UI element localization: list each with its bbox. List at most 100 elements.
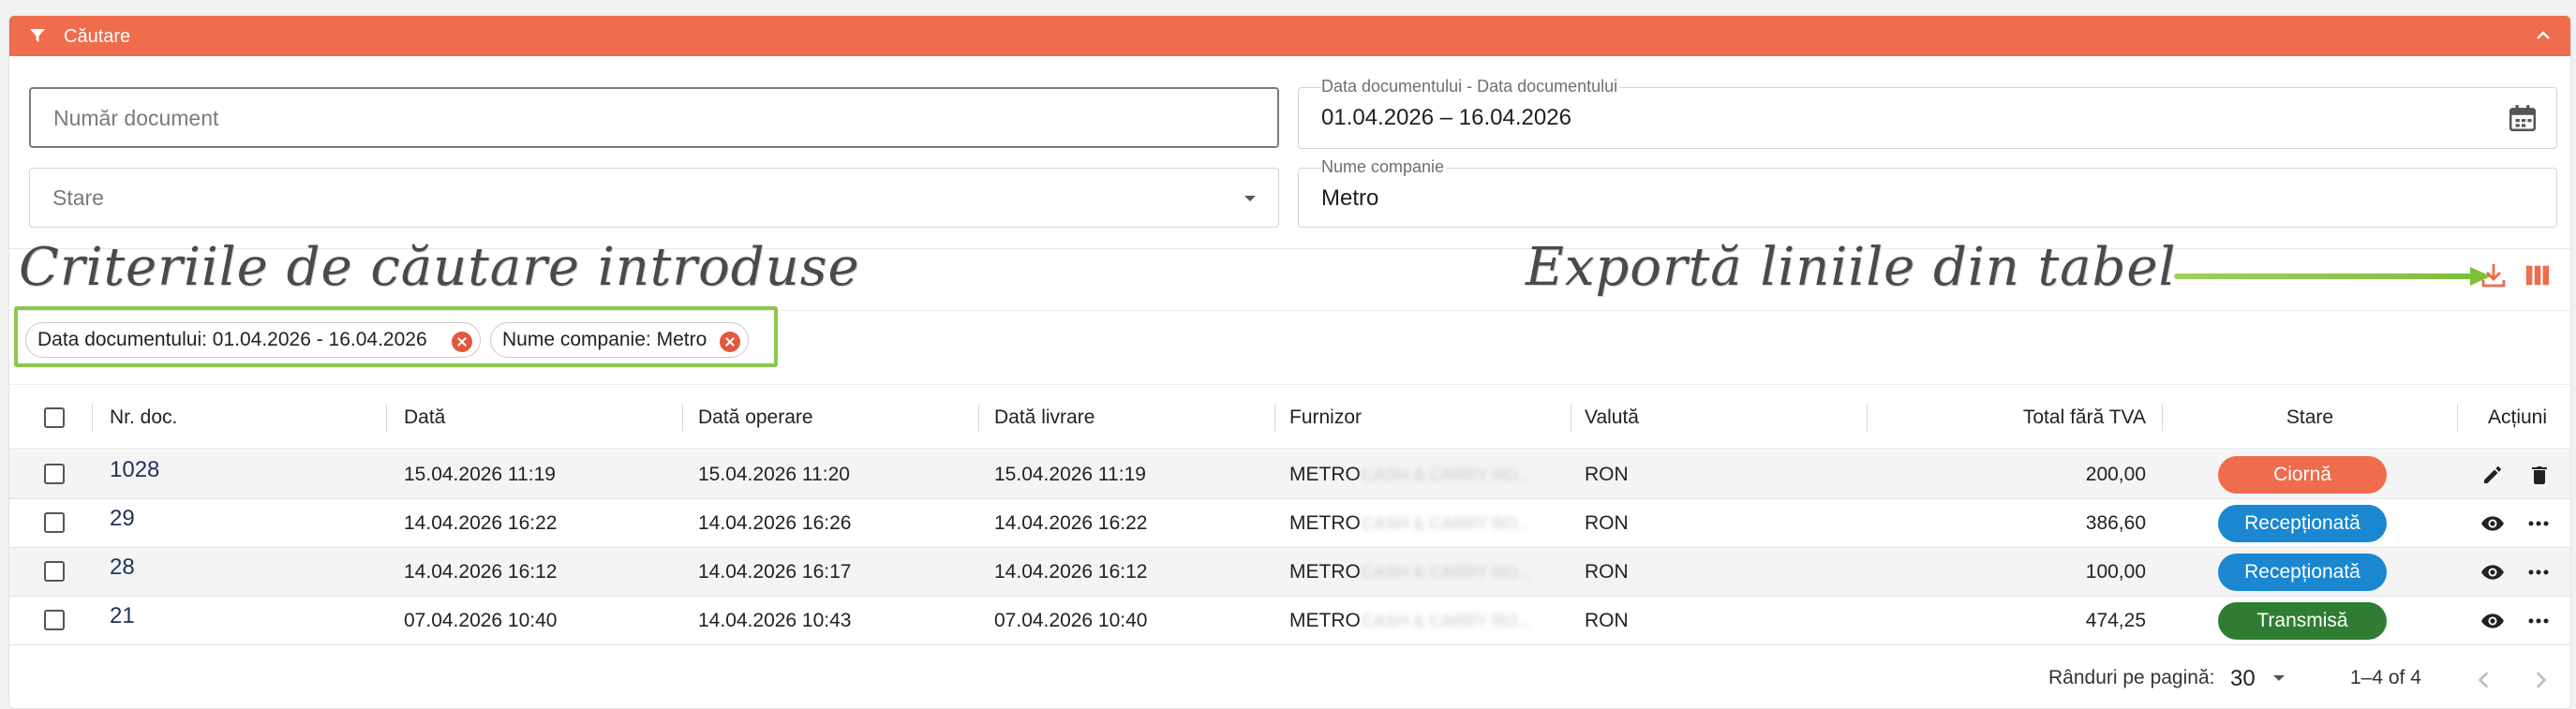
filter-icon [30,29,45,42]
chevron-up-icon[interactable] [2535,27,2552,44]
more-options-icon[interactable] [2526,610,2551,632]
row-checkbox[interactable] [44,464,65,484]
cell-delivery-date: 14.04.2026 16:22 [994,512,1148,534]
cell-delivery-date: 14.04.2026 16:12 [994,561,1148,583]
dropdown-arrow-icon[interactable] [1241,189,1259,208]
state-placeholder: Stare [52,185,104,210]
columns-icon[interactable] [2524,262,2552,288]
column-header-op-date[interactable]: Dată operare [698,385,813,451]
doc-number-link[interactable]: 1028 [110,451,159,499]
table-header: Nr. doc. Dată Dată operare Dată livrare … [9,384,2570,450]
column-header-date[interactable]: Dată [404,385,445,451]
rows-per-page-value: 30 [2230,666,2256,691]
cell-supplier-blurred: CASH & CARRY RO... [1362,514,1532,533]
annotation-search-criteria: Criteriile de căutare introduse [19,237,860,298]
edit-icon[interactable] [2481,464,2504,486]
select-all-checkbox[interactable] [44,407,65,428]
annotation-arrow [2174,273,2472,279]
row-checkbox[interactable] [44,610,65,630]
more-options-icon[interactable] [2526,512,2551,535]
filter-chip-date[interactable]: Data documentului: 01.04.2026 - 16.04.20… [25,322,481,358]
doc-number-placeholder: Număr document [53,106,219,130]
cell-date: 14.04.2026 16:12 [404,561,558,583]
download-icon[interactable] [2479,261,2508,289]
remove-filter-icon[interactable] [720,332,740,352]
status-badge: Recepționată [2218,554,2387,591]
cell-total: 474,25 [2085,610,2146,631]
cell-total: 100,00 [2085,561,2146,583]
cell-currency: RON [1585,561,1629,583]
table-row[interactable]: 28 14.04.2026 16:12 14.04.2026 16:17 14.… [9,548,2570,597]
chevron-left-icon[interactable] [2474,670,2494,690]
company-name-label: Nume companie [1321,157,1447,176]
column-separator [682,404,683,432]
column-separator [978,404,979,432]
row-checkbox[interactable] [44,512,65,533]
table-row[interactable]: 1028 15.04.2026 11:19 15.04.2026 11:20 1… [9,451,2570,499]
cell-total: 200,00 [2085,464,2146,485]
remove-filter-icon[interactable] [452,332,472,352]
company-name-value: Metro [1321,185,1379,211]
cell-op-date: 14.04.2026 16:26 [698,512,852,534]
cell-supplier: METRO [1289,561,1361,583]
cell-total: 386,60 [2085,512,2146,534]
calendar-icon[interactable] [2508,103,2538,133]
annotation-export: Exportă liniile din tabel [1526,237,2177,298]
column-separator [2162,404,2163,432]
table-row[interactable]: 29 14.04.2026 16:22 14.04.2026 16:26 14.… [9,499,2570,548]
pagination-range: 1–4 of 4 [2350,667,2421,688]
chevron-right-icon[interactable] [2530,670,2551,690]
cell-currency: RON [1585,512,1629,534]
column-separator [386,404,387,432]
search-header[interactable]: Căutare [9,16,2570,56]
active-filters: Data documentului: 01.04.2026 - 16.04.20… [14,306,778,367]
doc-number-link[interactable]: 29 [110,499,135,548]
column-separator [1274,404,1275,432]
column-separator [1867,404,1868,432]
view-icon[interactable] [2479,511,2506,536]
state-select[interactable]: Stare [29,168,1279,228]
column-header-actions: Acțiuni [2488,406,2548,428]
column-header-doc-no[interactable]: Nr. doc. [110,385,177,451]
column-separator [92,404,93,432]
doc-number-link[interactable]: 28 [110,548,135,597]
date-range-label: Data documentului - Data documentului [1321,77,1620,96]
filter-chip-label: Data documentului: 01.04.2026 - 16.04.20… [37,329,427,350]
cell-delivery-date: 15.04.2026 11:19 [994,464,1146,485]
rows-per-page-select[interactable]: 30 [2230,660,2305,694]
filter-chip-company[interactable]: Nume companie: Metro [490,322,749,358]
column-header-state[interactable]: Stare [2165,385,2455,451]
company-name-field[interactable]: Nume companie Metro [1298,157,2557,228]
column-header-supplier[interactable]: Furnizor [1289,385,1362,451]
search-panel: Căutare Număr document Data documentului… [8,15,2571,709]
dropdown-arrow-icon [2273,675,2285,681]
cell-supplier-blurred: CASH & CARRY RO... [1362,465,1532,484]
cell-date: 15.04.2026 11:19 [404,464,556,485]
view-icon[interactable] [2479,560,2506,584]
doc-number-input[interactable]: Număr document [29,87,1279,148]
rows-per-page-label: Rânduri pe pagină: [2048,667,2215,688]
cell-supplier: METRO [1289,512,1361,534]
column-header-currency[interactable]: Valută [1585,385,1639,451]
view-icon[interactable] [2479,609,2506,633]
row-checkbox[interactable] [44,561,65,582]
doc-number-link[interactable]: 21 [110,597,135,645]
cell-op-date: 15.04.2026 11:20 [698,464,850,485]
status-badge: Transmisă [2218,602,2387,640]
cell-supplier-blurred: CASH & CARRY RO... [1362,563,1532,582]
delete-icon[interactable] [2528,464,2551,486]
column-header-total[interactable]: Total fără TVA [1884,385,2146,451]
date-range-field[interactable]: Data documentului - Data documentului 01… [1298,77,2557,149]
table-row[interactable]: 21 07.04.2026 10:40 14.04.2026 10:43 07.… [9,597,2570,645]
more-options-icon[interactable] [2526,561,2551,583]
column-header-delivery-date[interactable]: Dată livrare [994,385,1094,451]
status-badge: Ciornă [2218,456,2387,494]
cell-op-date: 14.04.2026 10:43 [698,610,852,631]
cell-currency: RON [1585,464,1629,485]
cell-currency: RON [1585,610,1629,631]
cell-op-date: 14.04.2026 16:17 [698,561,852,583]
cell-supplier: METRO [1289,610,1361,631]
cell-delivery-date: 07.04.2026 10:40 [994,610,1148,631]
cell-date: 14.04.2026 16:22 [404,512,558,534]
column-separator [2457,404,2458,432]
